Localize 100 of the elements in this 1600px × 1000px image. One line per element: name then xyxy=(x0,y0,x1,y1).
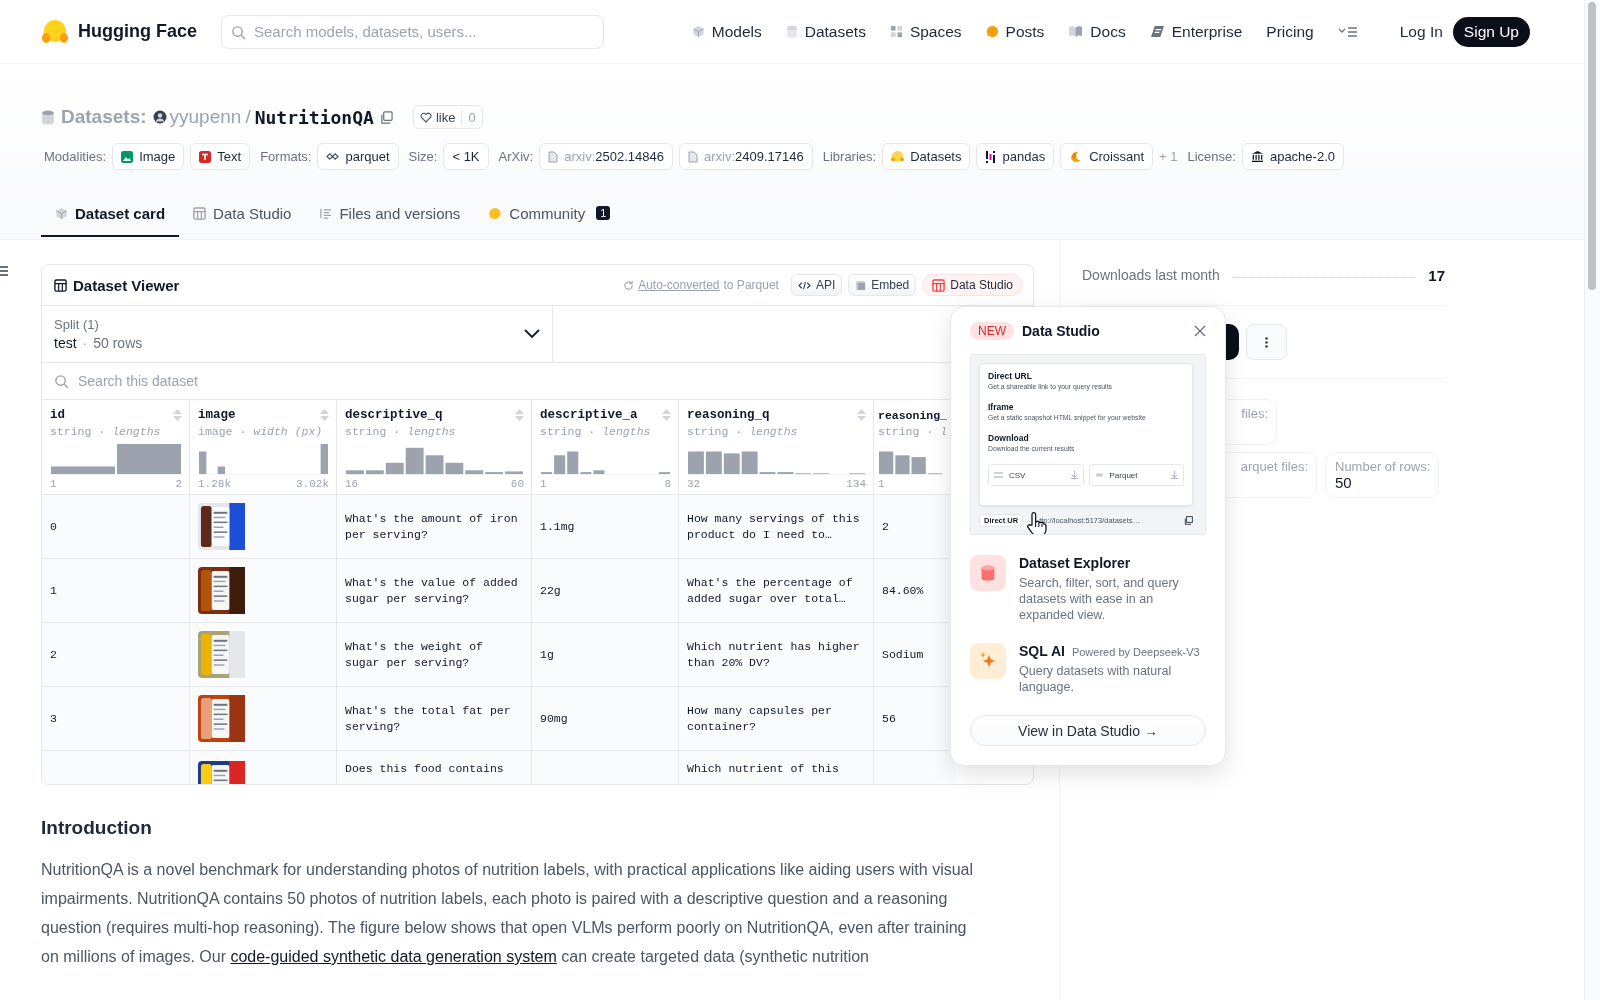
table-cell: 0 xyxy=(42,495,190,559)
layers-icon xyxy=(1094,472,1104,478)
range-label: 1 xyxy=(540,478,547,490)
column-name: descriptive_a xyxy=(540,408,638,422)
copy-icon[interactable] xyxy=(379,110,393,124)
sort-icon[interactable] xyxy=(662,409,671,421)
column-name: descriptive_q xyxy=(345,408,443,422)
nav-link[interactable]: Pricing xyxy=(1266,22,1314,41)
heart-icon xyxy=(419,111,432,123)
repo-type: Datasets: xyxy=(61,106,147,128)
tag-link[interactable]: Image xyxy=(112,143,185,170)
image-icon xyxy=(121,150,134,163)
cylinder-icon xyxy=(41,108,55,126)
tag-link[interactable]: Text xyxy=(190,143,251,170)
nav-link[interactable]: Enterprise xyxy=(1149,22,1243,41)
table-cell: Which nutrient has higher than 20% DV? xyxy=(679,623,874,687)
close-icon[interactable] xyxy=(1194,325,1206,337)
table-cell: How many servings of this product do I need to… xyxy=(679,495,874,559)
table-cell: 1 xyxy=(42,559,190,623)
data-studio-button[interactable]: View in Data Studio → xyxy=(970,715,1206,746)
tag-link[interactable]: Croissant xyxy=(1060,143,1154,170)
tag-link[interactable]: < 1K xyxy=(443,143,489,170)
layers-icon xyxy=(326,151,340,162)
nav-link[interactable]: Posts xyxy=(985,22,1045,41)
circle-icon xyxy=(891,150,905,163)
range-label: 8 xyxy=(664,478,671,490)
cube-icon xyxy=(691,25,705,38)
signup-button[interactable]: Sign Up xyxy=(1452,16,1530,47)
range-label: 1 xyxy=(878,478,885,490)
range-label: 134 xyxy=(846,478,866,490)
table-cell: 1.1mg xyxy=(532,495,679,559)
toolbar-button[interactable]: Data Studio xyxy=(922,274,1023,296)
tag-link[interactable]: parquet xyxy=(317,143,399,170)
sort-icon[interactable] xyxy=(515,409,524,421)
feature-note: Powered by Deepseek-V3 xyxy=(1071,646,1200,658)
column-type: string xyxy=(687,425,729,438)
split-select[interactable]: Split (1) test · 50 rows xyxy=(42,306,553,362)
table-cell: Does this food contains xyxy=(337,751,532,784)
sort-icon[interactable] xyxy=(320,409,329,421)
download-icon xyxy=(1171,471,1178,479)
logo-icon xyxy=(41,18,69,45)
count-badge: 1 xyxy=(596,206,611,220)
search-icon xyxy=(231,24,246,40)
dataset-name[interactable]: NutritionQA xyxy=(254,106,374,128)
table-icon xyxy=(193,206,207,220)
more-button[interactable] xyxy=(1246,324,1287,360)
tab[interactable]: Data Studio xyxy=(179,191,306,237)
nav-link[interactable]: Spaces xyxy=(889,22,962,41)
square-icon xyxy=(855,279,867,291)
menu-icon[interactable] xyxy=(0,266,8,276)
code-icon xyxy=(797,279,811,291)
copy-icon xyxy=(1184,515,1193,525)
tab[interactable]: Files and versions xyxy=(305,191,475,237)
table-icon xyxy=(54,278,67,292)
column-type: string xyxy=(50,425,92,438)
like-button[interactable]: like xyxy=(413,106,462,128)
type-separator: · xyxy=(393,425,401,438)
lines-icon xyxy=(994,472,1003,478)
tab[interactable]: Dataset card xyxy=(41,191,180,237)
bank-icon xyxy=(1250,150,1264,163)
tag-link[interactable]: apache-2.0 xyxy=(1241,143,1344,170)
path-separator: / xyxy=(245,106,251,128)
like-count: 0 xyxy=(461,109,482,125)
downloads-label: Downloads last month xyxy=(1082,267,1220,283)
table-cell: How many capsules per container? xyxy=(679,687,874,751)
search-field[interactable]: Search this dataset xyxy=(42,363,922,399)
toolbar-button[interactable]: API xyxy=(790,274,843,296)
column-name: image xyxy=(198,408,236,422)
tag-link[interactable]: pandas xyxy=(976,143,1055,170)
nav-link[interactable]: Models xyxy=(691,22,762,41)
column-stat: lengths xyxy=(112,425,161,438)
range-label: 3.02k xyxy=(296,478,329,490)
type-separator: · xyxy=(735,425,743,438)
menu-icon[interactable] xyxy=(1337,24,1358,39)
search-field[interactable]: Search models, datasets, users... xyxy=(221,14,604,49)
column-name: reasoning_q xyxy=(687,408,770,422)
type-separator: · xyxy=(98,425,106,438)
chevron-down-icon xyxy=(524,329,540,339)
tag-link[interactable]: arxiv:2502.14846 xyxy=(539,143,673,170)
tag-link[interactable]: Datasets xyxy=(882,143,971,170)
paragraph: NutritionQA is a novel benchmark for understanding photos of nutrition labels, with practical applications like aiding users with visual impairments. NutritionQA contains 50 photos of nutrition labels, each photo is paired with a descriptive question and a reasoning question (requires multi-hop reasoning). The figure below shows that open VLMs perform poorly on NutritionQA, even after training on millions of images. Our code-guided synthetic data generation system can create targeted data (synthetic nutrition xyxy=(41,860,975,967)
toolbar-button[interactable]: Embed xyxy=(848,274,917,296)
download-icon xyxy=(1070,471,1078,479)
nav-link[interactable]: Datasets xyxy=(785,22,866,41)
tab[interactable]: Community 1 xyxy=(474,191,625,237)
sort-icon[interactable] xyxy=(173,409,182,421)
feature-text: Search, filter, sort, and query datasets with ease in an expanded view. xyxy=(1019,575,1180,623)
table-icon xyxy=(932,278,946,292)
tag-link[interactable]: arxiv:2409.17146 xyxy=(678,143,813,170)
nav-link[interactable]: Docs xyxy=(1068,22,1126,41)
inline-link[interactable]: code-guided synthetic data generation system xyxy=(230,948,557,965)
sort-icon[interactable] xyxy=(857,409,866,421)
login-link[interactable]: Log In xyxy=(1399,22,1443,41)
table-cell: 22g xyxy=(532,559,679,623)
stat-label: Number of rows: xyxy=(1335,459,1431,474)
tag-label: ArXiv: xyxy=(498,149,534,164)
table-cell: Which nutrient of this xyxy=(679,751,874,784)
feature-title: Dataset Explorer xyxy=(1019,555,1131,571)
stat-label: arquet files: xyxy=(1240,459,1308,474)
feature-title: SQL AI xyxy=(1019,643,1065,659)
